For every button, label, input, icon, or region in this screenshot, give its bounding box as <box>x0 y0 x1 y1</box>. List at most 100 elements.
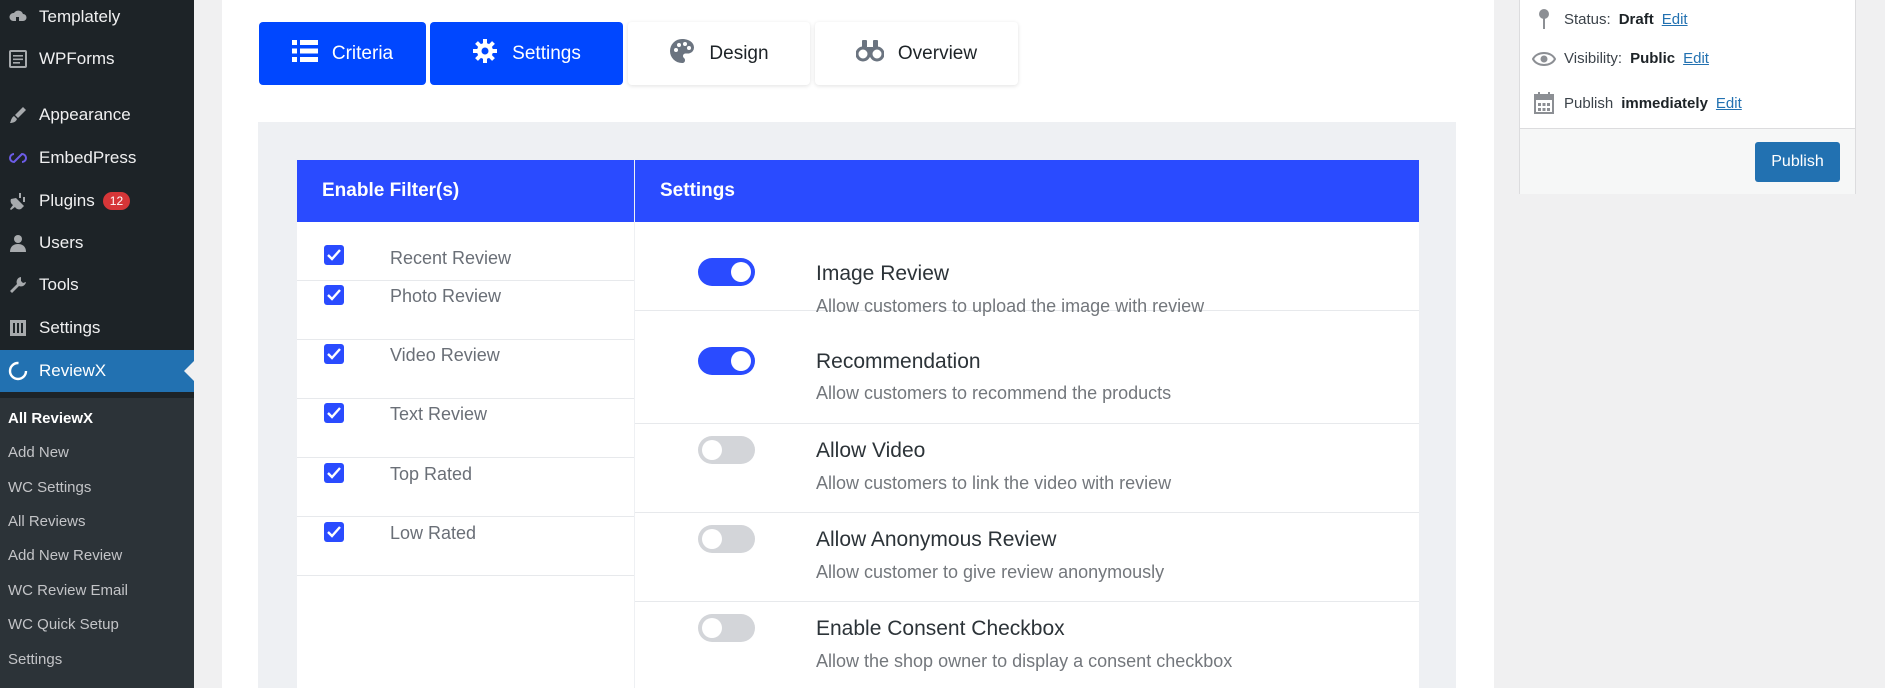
submenu-wc-settings[interactable]: WC Settings <box>8 479 91 496</box>
wpforms-icon <box>6 47 30 71</box>
publish-actions: Publish <box>1520 128 1855 194</box>
setting-description: Allow customers to recommend the product… <box>816 383 1172 403</box>
tab-overview[interactable]: Overview <box>815 22 1018 85</box>
edit-status-link[interactable]: Edit <box>1662 11 1688 28</box>
toggle-knob <box>731 262 751 282</box>
settings-sliders-icon <box>6 316 30 340</box>
tab-design[interactable]: Design <box>628 22 810 85</box>
allow-video-toggle[interactable] <box>698 436 755 464</box>
filter-label: Text Review <box>390 404 488 424</box>
checkbox[interactable] <box>324 463 344 483</box>
filter-label: Recent Review <box>390 248 512 268</box>
sidebar-item-appearance[interactable]: Appearance <box>0 94 194 136</box>
sidebar-item-label: Settings <box>39 318 101 337</box>
sidebar-item-tools[interactable]: Tools <box>0 264 194 306</box>
edit-schedule-link[interactable]: Edit <box>1716 95 1742 112</box>
filter-row[interactable]: Top Rated <box>297 458 634 517</box>
eye-icon <box>1532 51 1556 67</box>
edit-visibility-link[interactable]: Edit <box>1683 50 1709 67</box>
enable-consent-checkbox-toggle[interactable] <box>698 614 755 642</box>
binoculars-icon <box>855 39 885 68</box>
setting-row: Allow Video Allow customers to link the … <box>635 424 1419 513</box>
submenu-all-reviews[interactable]: All Reviews <box>8 513 86 530</box>
tab-label: Settings <box>512 42 581 64</box>
sidebar-item-label: EmbedPress <box>39 148 137 167</box>
admin-sidebar: Templately WPForms Appearance EmbedPress… <box>0 0 194 688</box>
filter-label: Top Rated <box>390 464 473 484</box>
gear-icon <box>472 38 498 70</box>
setting-description: Allow customers to upload the image with… <box>816 296 1205 316</box>
setting-row: Recommendation Allow customers to recomm… <box>635 335 1419 424</box>
checkbox[interactable] <box>324 245 344 265</box>
filter-row[interactable]: Low Rated <box>297 517 634 576</box>
checkbox[interactable] <box>324 522 344 542</box>
sidebar-item-label: Templately <box>39 7 121 26</box>
checkbox[interactable] <box>324 344 344 364</box>
reviewx-submenu: All ReviewX Add New WC Settings All Revi… <box>0 398 194 688</box>
list-icon <box>291 39 318 68</box>
submenu-add-new[interactable]: Add New <box>8 444 69 461</box>
tab-criteria[interactable]: Criteria <box>259 22 426 85</box>
toggle-knob <box>731 351 751 371</box>
visibility-label: Visibility: <box>1564 50 1623 67</box>
allow-anonymous-review-toggle[interactable] <box>698 525 755 553</box>
filter-row[interactable]: Photo Review <box>297 281 634 340</box>
tab-label: Design <box>709 42 769 64</box>
submenu-wc-quick-setup[interactable]: WC Quick Setup <box>8 616 119 633</box>
submenu-settings[interactable]: Settings <box>8 651 62 668</box>
submenu-wc-review-email[interactable]: WC Review Email <box>8 582 128 599</box>
status-row: Status: Draft Edit <box>1532 8 1688 30</box>
embedpress-icon <box>6 146 30 170</box>
setting-row: Image Review Allow customers to upload t… <box>635 222 1419 316</box>
pin-icon <box>1532 8 1556 30</box>
setting-title: Allow Anonymous Review <box>816 528 1057 551</box>
settings-header: Settings <box>635 160 1419 222</box>
sidebar-item-wpforms[interactable]: WPForms <box>0 38 194 80</box>
publish-value: immediately <box>1621 94 1708 112</box>
update-count-badge: 12 <box>102 192 131 210</box>
publish-schedule-row: Publish immediately Edit <box>1532 92 1742 114</box>
tab-settings[interactable]: Settings <box>430 22 623 85</box>
setting-description: Allow customers to link the video with r… <box>816 473 1172 493</box>
checkbox[interactable] <box>324 403 344 423</box>
checkbox[interactable] <box>324 285 344 305</box>
user-icon <box>6 231 30 255</box>
tab-label: Overview <box>897 42 978 64</box>
recommendation-toggle[interactable] <box>698 347 755 375</box>
setting-row: Enable Consent Checkbox Allow the shop o… <box>635 602 1419 688</box>
calendar-icon <box>1532 92 1556 114</box>
paintbrush-icon <box>6 103 30 127</box>
sidebar-item-users[interactable]: Users <box>0 222 194 264</box>
sidebar-item-reviewx[interactable]: ReviewX <box>0 350 194 392</box>
templately-icon <box>6 5 30 29</box>
reviewx-icon <box>6 359 30 383</box>
filter-row[interactable]: Video Review <box>297 340 634 399</box>
filter-row[interactable]: Recent Review <box>297 222 634 281</box>
setting-row: Allow Anonymous Review Allow customer to… <box>635 513 1419 602</box>
publish-box: Status: Draft Edit Visibility: Public Ed… <box>1519 0 1856 194</box>
toggle-knob <box>702 529 722 549</box>
settings-panel: Settings Image Review Allow customers to… <box>635 160 1419 688</box>
sidebar-item-label: Appearance <box>39 105 131 124</box>
submenu-all-reviewx[interactable]: All ReviewX <box>8 410 93 427</box>
sidebar-item-settings[interactable]: Settings <box>0 307 194 349</box>
sidebar-item-plugins[interactable]: Plugins 12 <box>0 180 194 222</box>
sidebar-item-templately[interactable]: Templately <box>0 0 194 38</box>
filter-row[interactable]: Text Review <box>297 399 634 458</box>
submenu-add-new-review[interactable]: Add New Review <box>8 547 122 564</box>
status-value: Draft <box>1618 10 1654 28</box>
sidebar-item-label: Users <box>39 233 84 252</box>
sidebar-item-embedpress[interactable]: EmbedPress <box>0 137 194 179</box>
filters-header: Enable Filter(s) <box>297 160 634 222</box>
publish-button[interactable]: Publish <box>1755 142 1840 182</box>
palette-icon <box>669 38 695 70</box>
visibility-row: Visibility: Public Edit <box>1532 50 1709 67</box>
visibility-value: Public <box>1630 50 1676 67</box>
image-review-toggle[interactable] <box>698 258 755 286</box>
setting-title: Recommendation <box>816 350 981 373</box>
filter-label: Video Review <box>390 345 500 365</box>
toggle-knob <box>702 440 722 460</box>
filter-label: Low Rated <box>390 523 477 543</box>
setting-title: Allow Video <box>816 439 926 462</box>
sidebar-item-label: WPForms <box>39 49 115 68</box>
